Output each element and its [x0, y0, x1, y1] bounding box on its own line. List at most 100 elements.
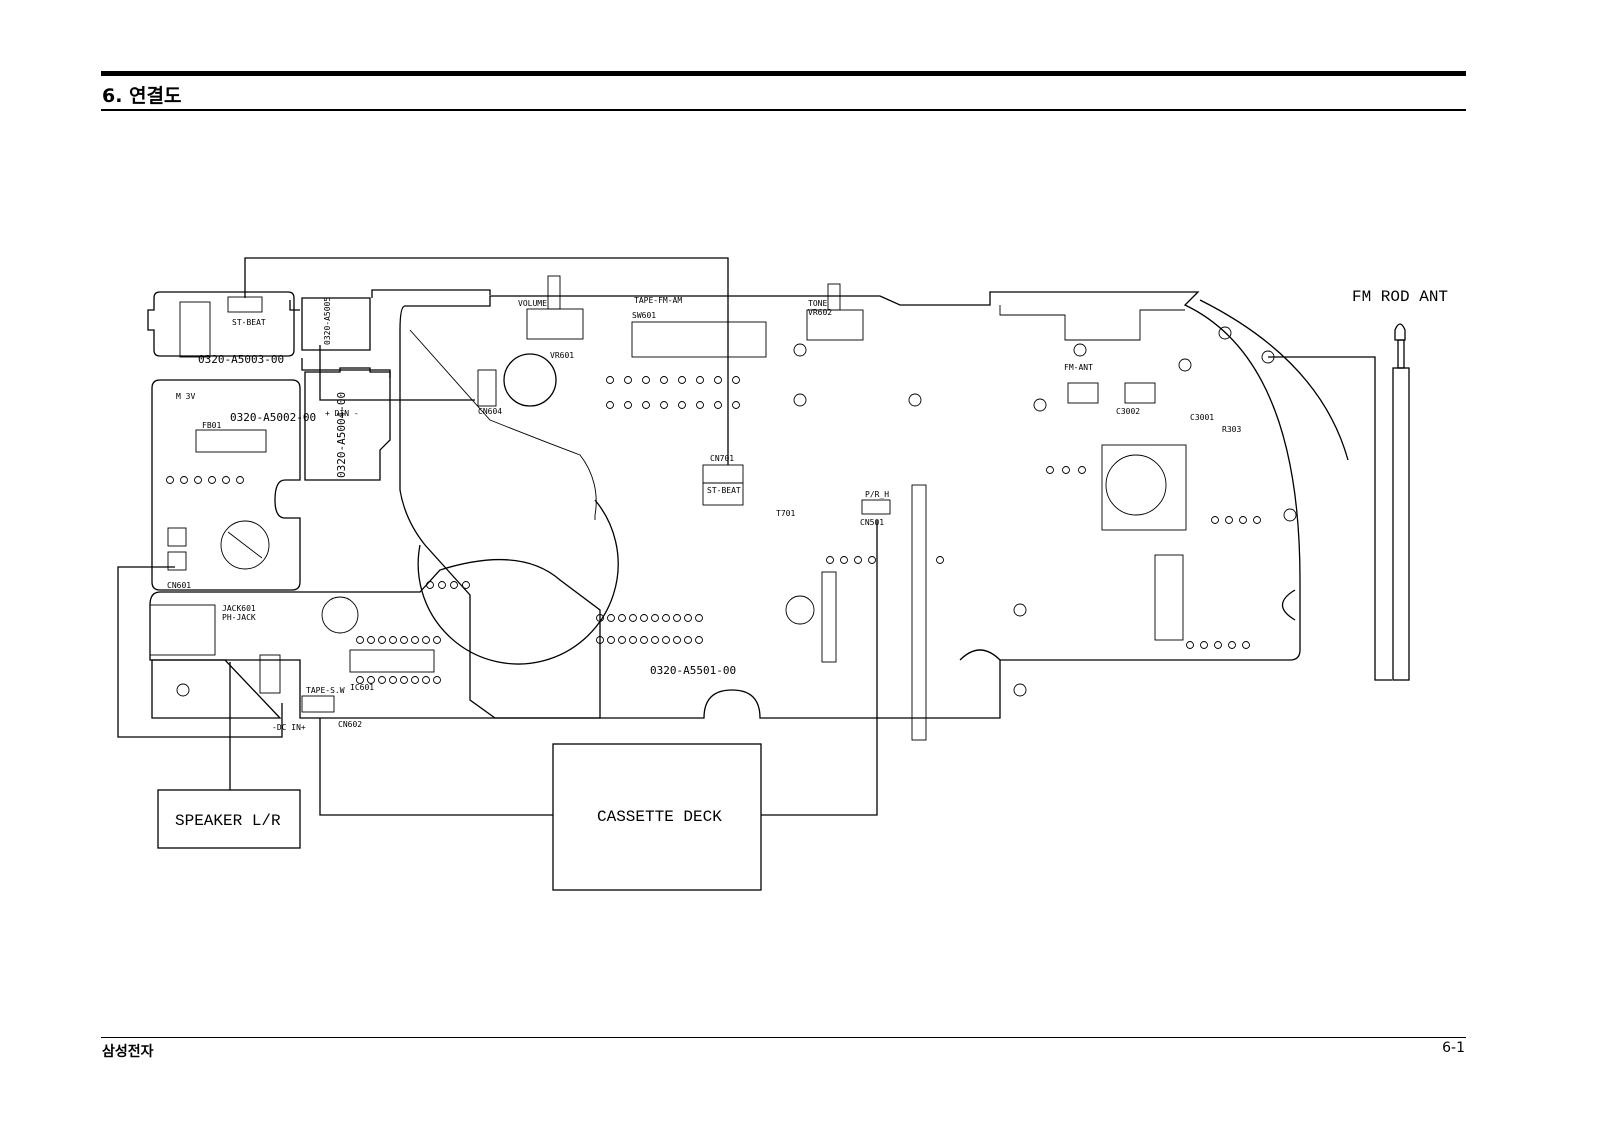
part-label: TAPE-FM-AM: [634, 296, 682, 305]
volume-pot: [526, 308, 584, 340]
pad: [678, 376, 686, 384]
pad: [607, 614, 615, 622]
pad: [696, 376, 704, 384]
pad: [450, 581, 458, 589]
part-label: T701: [776, 509, 795, 518]
pad: [624, 401, 632, 409]
fm-rod-ant-label: FM ROD ANT: [1352, 288, 1448, 306]
lower-left-board-outline: [151, 659, 282, 719]
pad: [378, 676, 386, 684]
pad: [624, 376, 632, 384]
connection-diagram: FM ROD ANT SPEAKER L/R CASSETTE DECK 032…: [117, 257, 1448, 891]
pad: [936, 556, 944, 564]
part-label: C3001: [1190, 413, 1214, 422]
part-label: FM-ANT: [1064, 363, 1093, 372]
part-label: CN501: [860, 518, 884, 527]
fm-rod-antenna: [1392, 323, 1410, 681]
pad: [462, 581, 470, 589]
board-label: 0320-A5501-00: [650, 664, 736, 677]
part-label: TAPE-S.W: [306, 686, 345, 695]
pad: [1242, 641, 1250, 649]
pad: [411, 676, 419, 684]
pad: [426, 581, 434, 589]
part-label: M 3V: [176, 392, 195, 401]
pad: [618, 614, 626, 622]
part-label: ST-BEAT: [232, 318, 266, 327]
part-label: VR601: [550, 351, 574, 360]
pad: [433, 676, 441, 684]
pad: [640, 614, 648, 622]
pad: [166, 476, 174, 484]
part-label: CN701: [710, 454, 734, 463]
pad: [438, 581, 446, 589]
pad: [640, 636, 648, 644]
cutout-arc: [417, 499, 619, 665]
pad: [662, 614, 670, 622]
pad: [607, 636, 615, 644]
pad: [194, 476, 202, 484]
pad: [660, 376, 668, 384]
part-label: VR602: [808, 308, 832, 317]
pad: [367, 636, 375, 644]
pad: [826, 556, 834, 564]
part-label: P/R_H: [865, 490, 889, 499]
speaker-label: SPEAKER L/R: [175, 812, 281, 830]
wires: [117, 257, 1392, 816]
st-beat-board-outline: [147, 291, 295, 357]
pad: [1200, 641, 1208, 649]
part-label: -DC IN+: [272, 723, 306, 732]
part-label: CN601: [167, 581, 191, 590]
pad: [660, 401, 668, 409]
pad: [642, 376, 650, 384]
company-name: 삼성전자: [102, 1044, 154, 1060]
pad: [411, 636, 419, 644]
pad: [433, 636, 441, 644]
pad: [222, 476, 230, 484]
pad: [651, 636, 659, 644]
function-switch: [631, 321, 767, 358]
pad: [389, 636, 397, 644]
pad: [236, 476, 244, 484]
pad: [1211, 516, 1219, 524]
pad: [1186, 641, 1194, 649]
board-label: 0320-A5003-00: [198, 353, 284, 366]
pad: [400, 636, 408, 644]
pad: [678, 401, 686, 409]
pad: [642, 401, 650, 409]
part-label: IC601: [350, 683, 374, 692]
part-label: ST-BEAT: [707, 486, 741, 495]
board-label: 0320-A5005: [323, 297, 332, 345]
part-label: VOLUME: [518, 299, 547, 308]
part-label: C3002: [1116, 407, 1140, 416]
pad: [854, 556, 862, 564]
footer-rule: [101, 1037, 1466, 1038]
st-beat-connector: [227, 296, 263, 313]
pad: [378, 636, 386, 644]
pad: [1253, 516, 1261, 524]
pad: [695, 636, 703, 644]
part-label: + DIN -: [325, 409, 359, 418]
pad: [400, 676, 408, 684]
page-number: 6-1: [1442, 1040, 1465, 1056]
pad: [629, 614, 637, 622]
ic601: [349, 649, 435, 673]
pad: [714, 376, 722, 384]
pad: [673, 614, 681, 622]
part-label: FB01: [202, 421, 221, 430]
part-label: JACK601: [222, 604, 256, 613]
jack-board-outline: [149, 558, 601, 719]
cassette-deck-label: CASSETTE DECK: [597, 808, 722, 826]
pad: [208, 476, 216, 484]
pad: [629, 636, 637, 644]
pad: [732, 401, 740, 409]
part-label: CN602: [338, 720, 362, 729]
pad: [1214, 641, 1222, 649]
pad: [695, 614, 703, 622]
led-board-outline: [301, 297, 371, 351]
pad: [618, 636, 626, 644]
pad: [389, 676, 397, 684]
part-label: PH-JACK: [222, 613, 256, 622]
board-label: 0320-A5002-00: [230, 411, 316, 424]
pad: [1078, 466, 1086, 474]
pad: [606, 401, 614, 409]
